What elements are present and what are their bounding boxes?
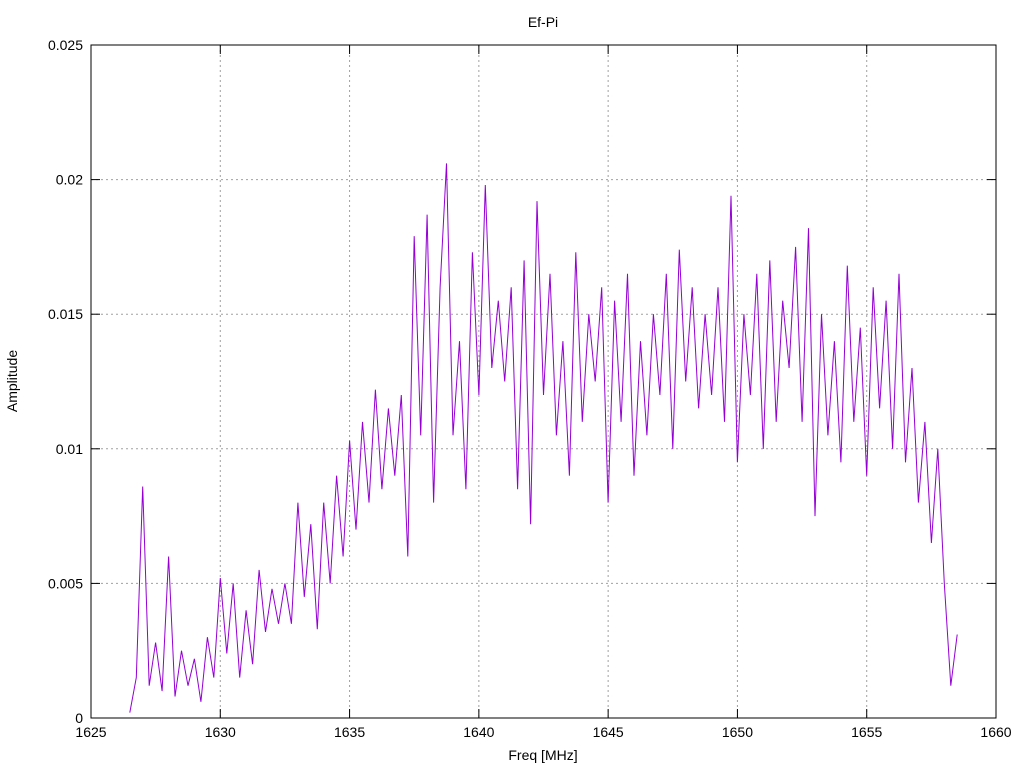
chart: 1625 1630 1635 1640 1645 1650 1655 1660 00.0050… <box>4 14 1012 763</box>
x-tick-label: 1630 <box>205 724 236 740</box>
x-tick-label: 1640 <box>463 724 494 740</box>
series-line-ef-pi <box>129 163 958 713</box>
x-tick-labels: 1625 1630 1635 1640 1645 1650 1655 1660 <box>75 724 1011 740</box>
chart-title: Ef-Pi <box>528 14 558 30</box>
y-tick-label: 0 <box>75 710 83 726</box>
y-axis-label: Amplitude <box>4 350 20 412</box>
y-tick-label: 0.01 <box>56 441 83 457</box>
x-tick-label: 1660 <box>980 724 1011 740</box>
x-axis-label: Freq [MHz] <box>508 747 577 763</box>
y-tick-labels: 0 0.005 0.01 0.015 0.02 0.025 <box>48 37 83 726</box>
y-tick-label: 0.02 <box>56 172 83 188</box>
x-tick-label: 1655 <box>851 724 882 740</box>
x-tick-label: 1645 <box>593 724 624 740</box>
y-tick-label: 0.025 <box>48 37 83 53</box>
x-tick-label: 1635 <box>334 724 365 740</box>
x-tick-label: 1625 <box>75 724 106 740</box>
x-tick-label: 1650 <box>722 724 753 740</box>
y-tick-label: 0.015 <box>48 306 83 322</box>
y-tick-label: 0.005 <box>48 575 83 591</box>
